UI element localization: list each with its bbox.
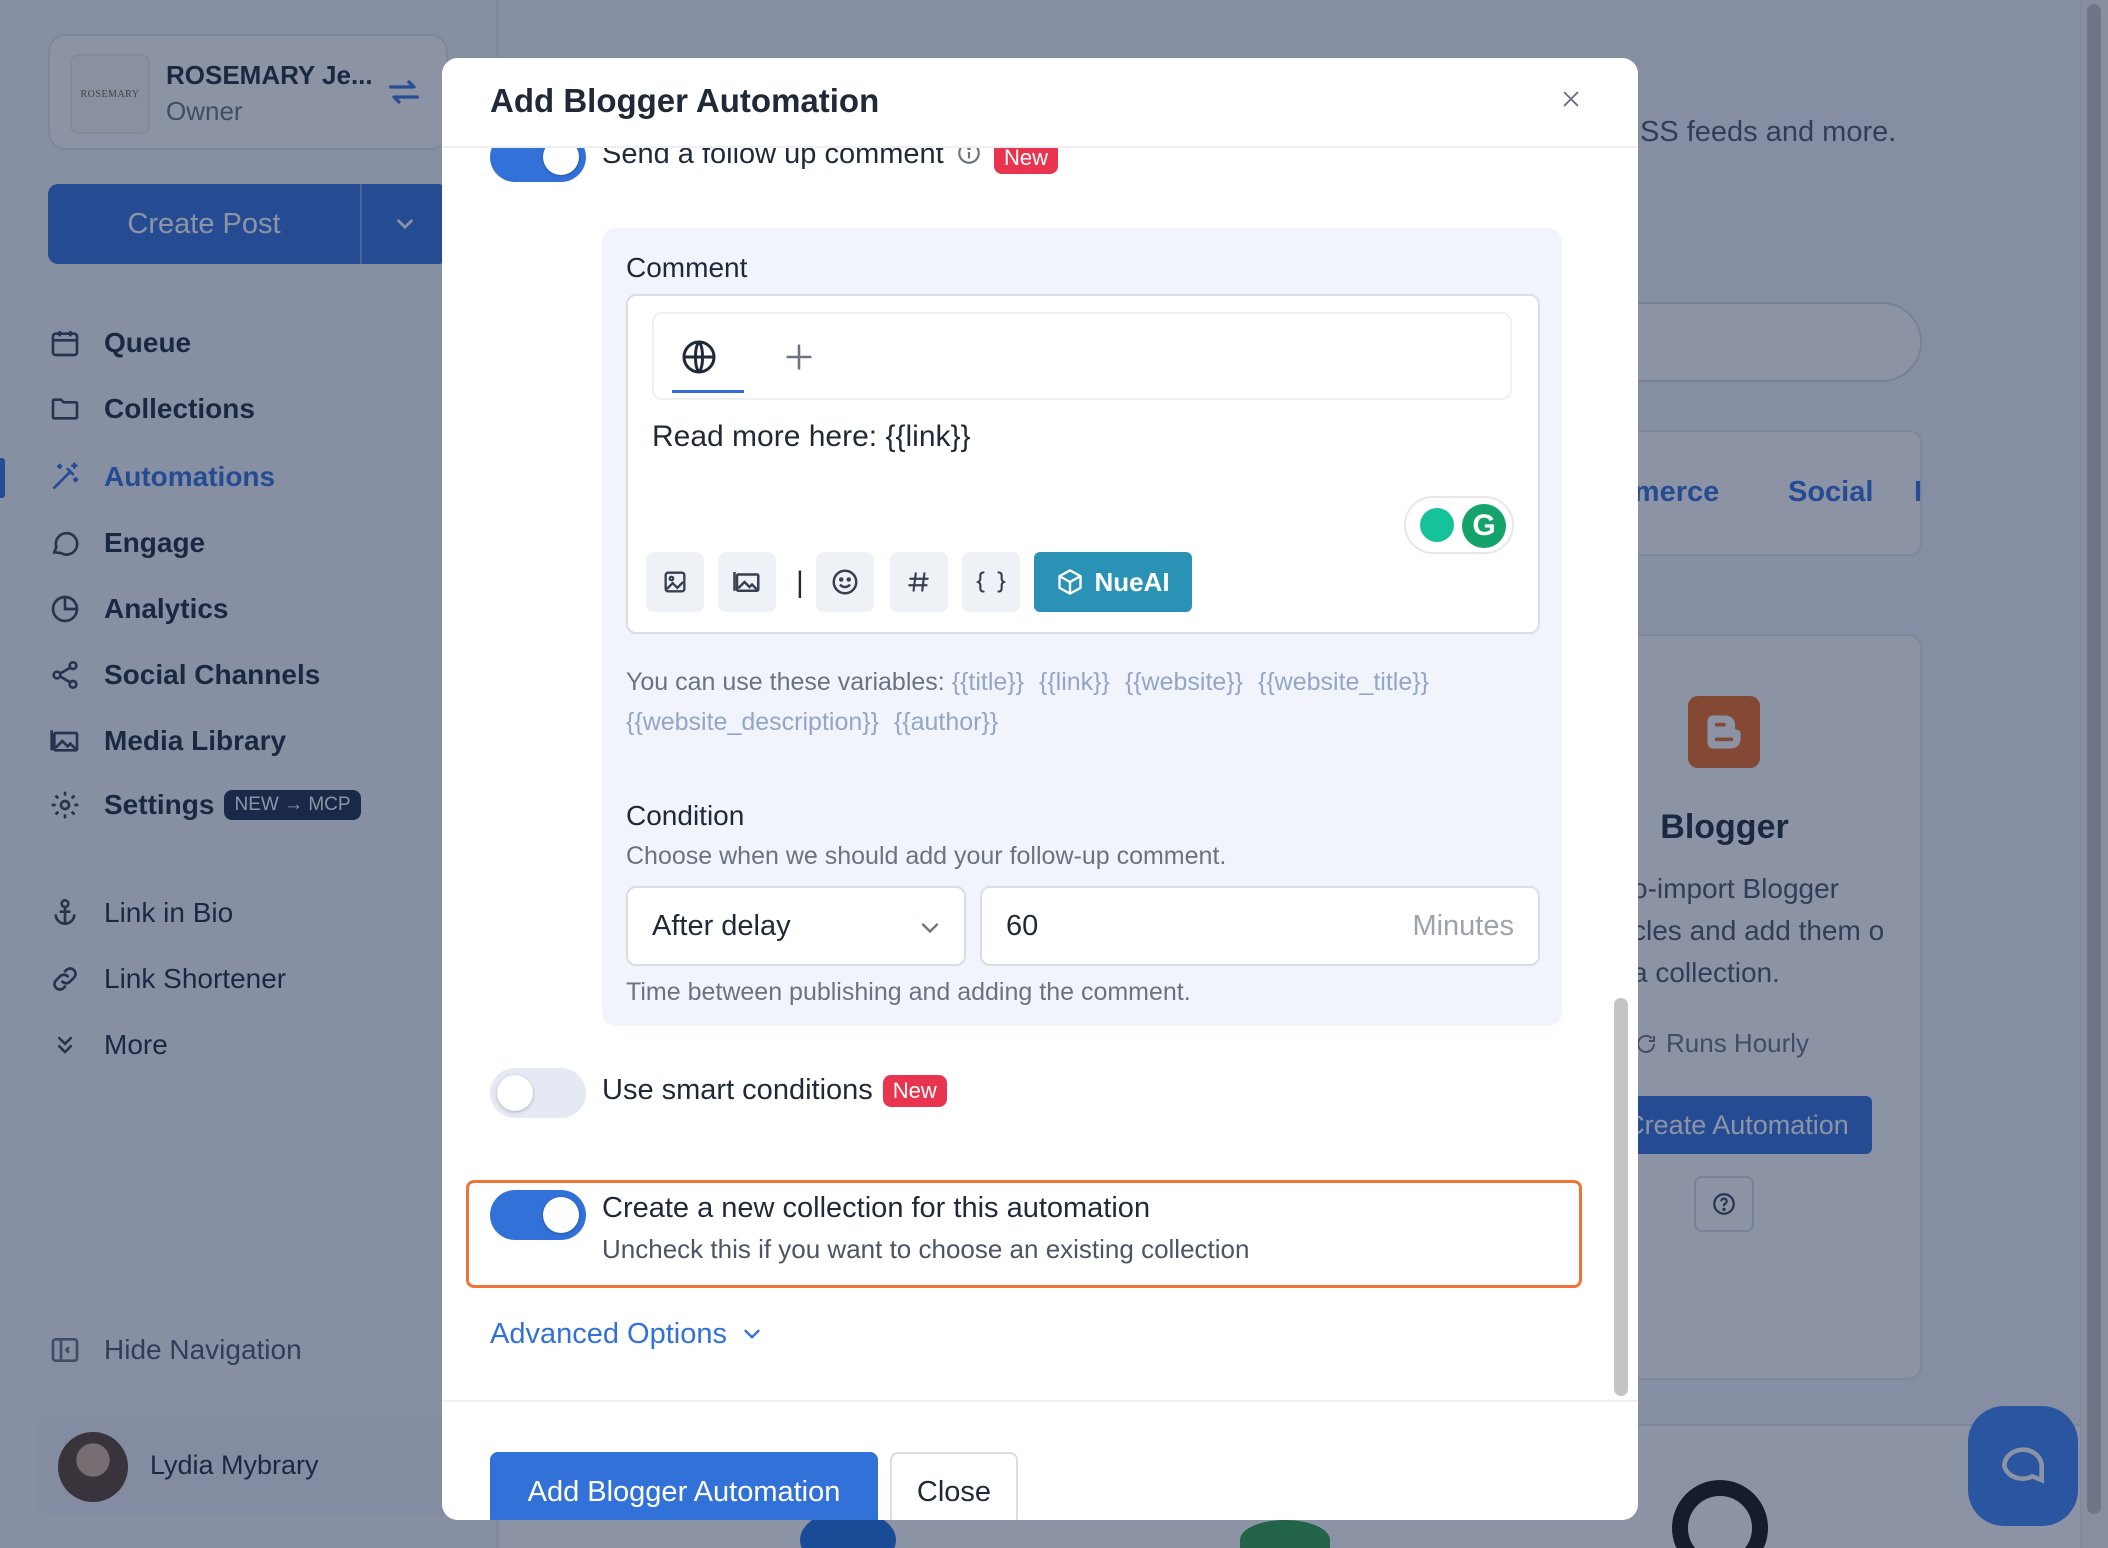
variable-chip[interactable]: {{website}}: [1125, 668, 1243, 696]
advanced-options-toggle[interactable]: Advanced Options: [490, 1318, 767, 1351]
modal-body: Send a follow up comment New Comment Rea…: [442, 148, 1638, 1400]
new-collection-toggle[interactable]: [490, 1190, 586, 1240]
lightbulb-icon: [1420, 508, 1454, 542]
modal-footer: Add Blogger Automation Close: [442, 1400, 1638, 1520]
modal-title: Add Blogger Automation: [490, 82, 880, 119]
smart-conditions-row: Use smart conditions New: [602, 1074, 947, 1107]
variable-chip[interactable]: {{title}}: [952, 668, 1024, 696]
emoji-icon[interactable]: [816, 552, 874, 612]
hashtag-icon[interactable]: [890, 552, 948, 612]
toolbar-separator: |: [796, 566, 804, 599]
close-button[interactable]: Close: [890, 1452, 1018, 1520]
followup-comment-panel: Comment Read more here: {{link}} G | Nue…: [602, 228, 1562, 1026]
condition-description: Choose when we should add your follow-up…: [626, 842, 1227, 870]
condition-select-value: After delay: [652, 910, 791, 942]
nueai-label: NueAI: [1094, 566, 1170, 597]
comment-text[interactable]: Read more here: {{link}}: [652, 420, 971, 454]
variable-chip[interactable]: {{link}}: [1039, 668, 1110, 696]
followup-comment-label: Send a follow up comment: [602, 148, 944, 170]
delay-hint: Time between publishing and adding the c…: [626, 978, 1191, 1006]
modal-scrollbar-thumb[interactable]: [1614, 998, 1628, 1396]
new-collection-label: Create a new collection for this automat…: [602, 1192, 1151, 1224]
delay-value: 60: [1006, 910, 1039, 942]
comment-label: Comment: [626, 252, 748, 283]
grammarly-widget[interactable]: G: [1404, 496, 1514, 554]
modal-header: Add Blogger Automation: [442, 58, 1638, 148]
globe-icon[interactable]: [672, 330, 726, 384]
delay-minutes-input[interactable]: 60 Minutes: [980, 886, 1540, 966]
toggle-knob: [497, 1075, 533, 1111]
variable-chip[interactable]: {{website_title}}: [1258, 668, 1429, 696]
advanced-options-label: Advanced Options: [490, 1318, 727, 1350]
plus-icon[interactable]: [774, 332, 824, 382]
add-blogger-automation-button[interactable]: Add Blogger Automation: [490, 1452, 878, 1520]
followup-comment-toggle[interactable]: [490, 148, 586, 182]
variable-chip[interactable]: {{website_description}}: [626, 708, 879, 736]
variables-help: You can use these variables: {{title}} {…: [626, 662, 1526, 742]
new-badge: New: [994, 148, 1059, 174]
smart-conditions-label: Use smart conditions: [602, 1074, 873, 1106]
new-badge: New: [882, 1074, 947, 1107]
active-tab-indicator: [672, 390, 744, 393]
grammarly-icon: G: [1462, 504, 1506, 548]
new-collection-description: Uncheck this if you want to choose an ex…: [602, 1234, 1250, 1264]
chevron-down-icon: [739, 1321, 767, 1349]
comment-editor[interactable]: Read more here: {{link}} G | NueAI: [626, 294, 1540, 634]
smart-conditions-toggle[interactable]: [490, 1068, 586, 1118]
variables-intro: You can use these variables:: [626, 668, 945, 696]
toggle-knob: [543, 1197, 579, 1233]
variable-chip[interactable]: {{author}}: [894, 708, 998, 736]
cube-icon: [1056, 568, 1084, 596]
toggle-knob: [543, 148, 579, 175]
add-blogger-automation-modal: Add Blogger Automation Send a follow up …: [442, 58, 1638, 1520]
condition-select[interactable]: After delay: [626, 886, 966, 966]
info-icon[interactable]: [956, 148, 986, 170]
variables-icon[interactable]: [962, 552, 1020, 612]
nueai-button[interactable]: NueAI: [1034, 552, 1192, 612]
condition-label: Condition: [626, 800, 745, 831]
chevron-down-icon: [916, 914, 944, 942]
editor-network-tabs: [652, 312, 1512, 400]
image-icon[interactable]: [646, 552, 704, 612]
delay-unit: Minutes: [1412, 910, 1514, 942]
media-library-icon[interactable]: [718, 552, 776, 612]
close-icon[interactable]: [1560, 88, 1590, 118]
